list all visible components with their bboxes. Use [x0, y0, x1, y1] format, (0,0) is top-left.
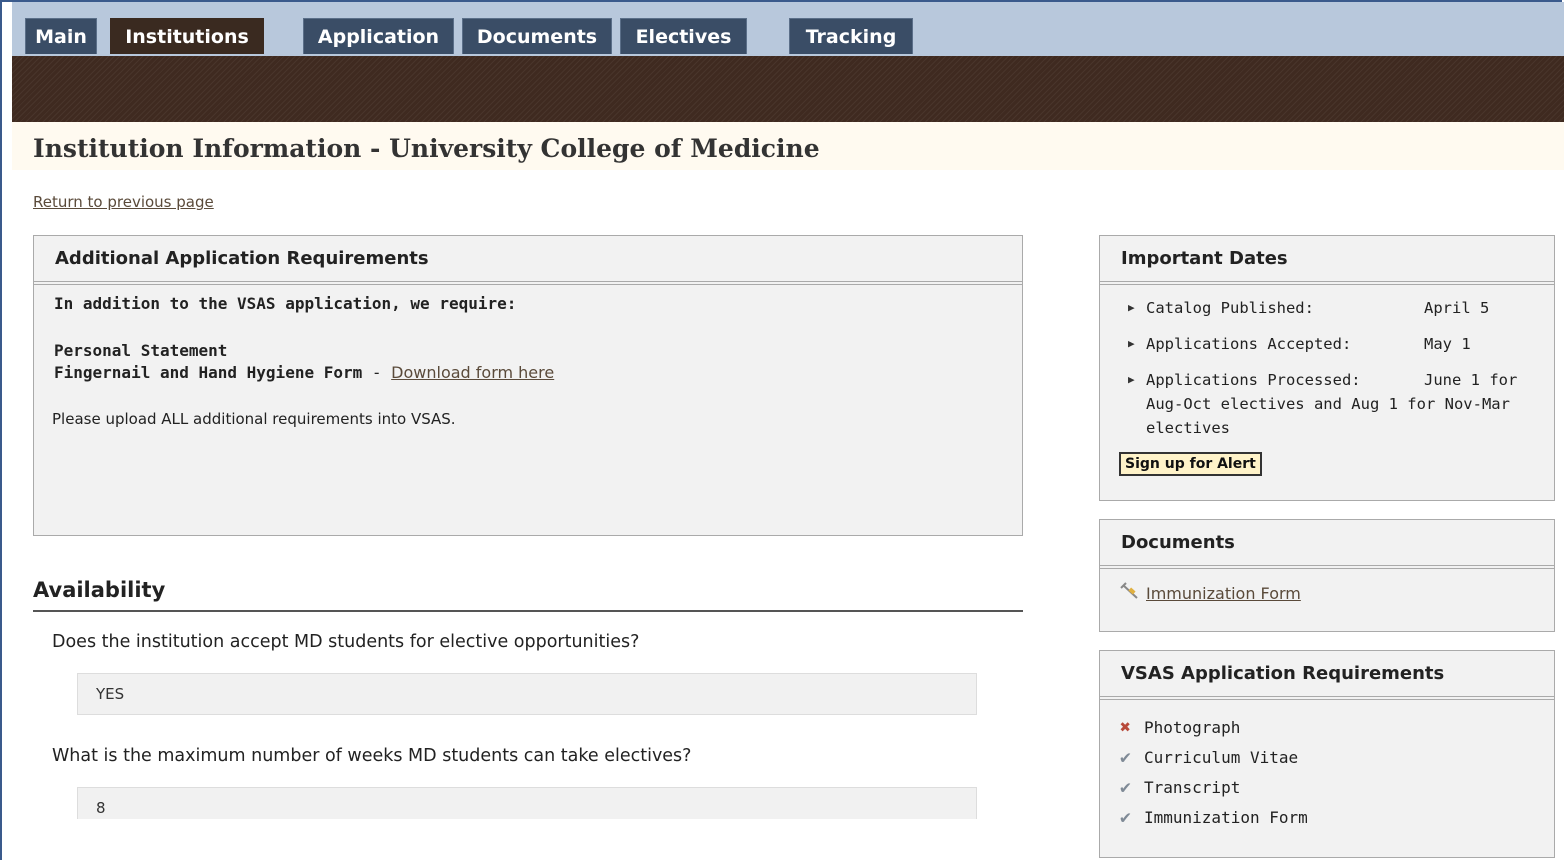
date-label: Catalog Published:: [1146, 299, 1314, 317]
checkmark-icon: ✔: [1120, 777, 1131, 798]
upload-note: Please upload ALL additional requirement…: [52, 410, 456, 428]
immunization-form-link[interactable]: Immunization Form: [1146, 584, 1301, 603]
requirements-intro: In addition to the VSAS application, we …: [54, 294, 517, 313]
requirement-cv: ✔ Curriculum Vitae: [1120, 743, 1554, 773]
date-label: Applications Accepted:: [1146, 335, 1352, 353]
syringe-icon: [1120, 582, 1146, 607]
tab-electives[interactable]: Electives: [620, 18, 747, 54]
date-value: May 1: [1424, 335, 1471, 353]
additional-requirements-panel: Additional Application Requirements In a…: [33, 235, 1023, 536]
additional-requirements-body: In addition to the VSAS application, we …: [34, 282, 1022, 428]
additional-requirements-heading: Additional Application Requirements: [34, 236, 1022, 285]
dates-list: ▶ Catalog Published: April 5 ▶ Applicati…: [1100, 282, 1554, 440]
tab-main[interactable]: Main: [25, 18, 97, 54]
requirement-hygiene-form: Fingernail and Hand Hygiene Form - Downl…: [54, 363, 1022, 382]
requirement-immunization: ✔ Immunization Form: [1120, 803, 1554, 833]
date-value: June 1 for: [1424, 371, 1518, 389]
documents-panel: Documents Immunization Form: [1099, 519, 1555, 632]
answer-accept-md: YES: [77, 673, 977, 715]
page-title: Institution Information - University Col…: [33, 134, 820, 163]
date-row-accepted: ▶ Applications Accepted: May 1: [1128, 332, 1554, 356]
vsas-requirements-panel: VSAS Application Requirements ✖ Photograp…: [1099, 650, 1555, 858]
documents-heading: Documents: [1100, 520, 1554, 569]
question-accept-md: Does the institution accept MD students …: [52, 632, 640, 652]
requirement-hygiene-label: Fingernail and Hand Hygiene Form: [54, 363, 363, 382]
important-dates-panel: Important Dates ▶ Catalog Published: Apr…: [1099, 235, 1555, 501]
download-form-link[interactable]: Download form here: [391, 363, 554, 382]
return-link[interactable]: Return to previous page: [33, 193, 214, 211]
requirement-separator: -: [362, 363, 392, 382]
date-row-catalog: ▶ Catalog Published: April 5: [1128, 296, 1554, 320]
header-band: [12, 56, 1564, 122]
requirement-personal-statement: Personal Statement: [54, 341, 228, 360]
checkmark-icon: ✔: [1120, 807, 1131, 828]
availability-heading: Availability: [33, 578, 1023, 612]
requirement-photograph: ✖ Photograph: [1120, 713, 1554, 743]
tab-institutions[interactable]: Institutions: [110, 18, 264, 54]
question-max-weeks: What is the maximum number of weeks MD s…: [52, 746, 692, 766]
requirement-label: Transcript: [1144, 778, 1241, 797]
requirement-label: Photograph: [1144, 718, 1241, 737]
requirement-label: Immunization Form: [1144, 808, 1308, 827]
triangle-icon: ▶: [1128, 337, 1135, 350]
requirement-label: Curriculum Vitae: [1144, 748, 1299, 767]
tab-tracking[interactable]: Tracking: [789, 18, 913, 54]
tab-documents[interactable]: Documents: [462, 18, 612, 54]
x-icon: ✖: [1120, 717, 1131, 738]
sign-up-alert-button[interactable]: Sign up for Alert: [1119, 452, 1262, 476]
date-value: April 5: [1424, 299, 1490, 317]
document-item: Immunization Form: [1100, 566, 1554, 607]
date-value-continuation: Aug-Oct electives and Aug 1 for Nov-Mar …: [1146, 395, 1510, 437]
vsas-requirements-heading: VSAS Application Requirements: [1100, 651, 1554, 700]
vsas-requirements-list: ✖ Photograph ✔ Curriculum Vitae ✔ Transcrip…: [1100, 697, 1554, 833]
triangle-icon: ▶: [1128, 301, 1135, 314]
answer-max-weeks: 8: [77, 787, 977, 819]
tab-application[interactable]: Application: [303, 18, 454, 54]
triangle-icon: ▶: [1128, 373, 1135, 386]
important-dates-heading: Important Dates: [1100, 236, 1554, 285]
date-row-processed: ▶ Applications Processed: June 1 for Aug…: [1128, 368, 1554, 440]
requirement-transcript: ✔ Transcript: [1120, 773, 1554, 803]
checkmark-icon: ✔: [1120, 747, 1131, 768]
